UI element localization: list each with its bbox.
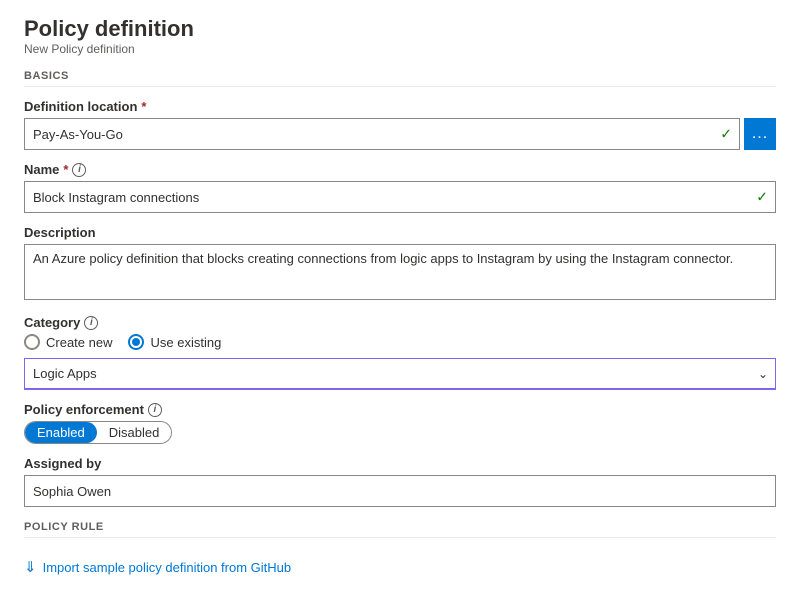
- name-required: *: [63, 162, 68, 177]
- name-check-icon: ✓: [756, 189, 768, 206]
- category-use-existing-radio: [128, 334, 144, 350]
- name-label: Name: [24, 162, 59, 177]
- enforcement-enabled-option[interactable]: Enabled: [25, 422, 97, 443]
- category-use-existing-label: Use existing: [150, 335, 221, 350]
- policy-enforcement-toggle[interactable]: Enabled Disabled: [24, 421, 172, 444]
- category-create-new-radio: [24, 334, 40, 350]
- definition-location-input[interactable]: [24, 118, 740, 150]
- download-icon: ⇓: [24, 558, 37, 576]
- category-info-icon[interactable]: i: [84, 316, 98, 330]
- name-info-icon[interactable]: i: [72, 163, 86, 177]
- description-label: Description: [24, 225, 96, 240]
- definition-location-label: Definition location: [24, 99, 137, 114]
- page-subtitle: New Policy definition: [24, 42, 776, 56]
- category-select[interactable]: Logic Apps: [24, 358, 776, 390]
- definition-location-browse-button[interactable]: ...: [744, 118, 776, 150]
- name-input[interactable]: [24, 181, 776, 213]
- basics-section-header: BASICS: [24, 70, 776, 87]
- assigned-by-label: Assigned by: [24, 456, 101, 471]
- policy-enforcement-label: Policy enforcement: [24, 402, 144, 417]
- assigned-by-input[interactable]: [24, 475, 776, 507]
- policy-rule-section-header: POLICY RULE: [24, 521, 776, 538]
- import-policy-link[interactable]: ⇓ Import sample policy definition from G…: [24, 550, 776, 576]
- category-use-existing-option[interactable]: Use existing: [128, 334, 221, 350]
- enforcement-disabled-option[interactable]: Disabled: [97, 422, 172, 443]
- policy-enforcement-info-icon[interactable]: i: [148, 403, 162, 417]
- check-icon: ✓: [720, 126, 732, 143]
- page-title: Policy definition: [24, 16, 776, 42]
- import-link-text: Import sample policy definition from Git…: [43, 560, 292, 575]
- category-create-new-label: Create new: [46, 335, 112, 350]
- category-create-new-option[interactable]: Create new: [24, 334, 112, 350]
- definition-location-required: *: [141, 99, 146, 114]
- description-input[interactable]: An Azure policy definition that blocks c…: [24, 244, 776, 300]
- category-label: Category: [24, 315, 80, 330]
